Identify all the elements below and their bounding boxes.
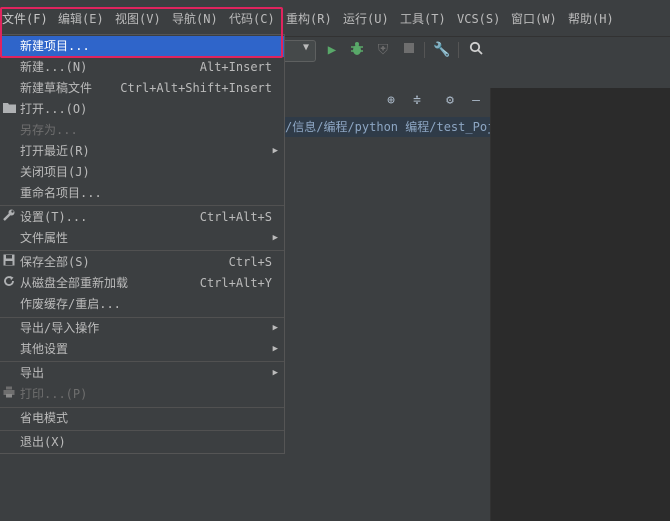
menu-tools[interactable]: 工具(T) <box>400 10 446 28</box>
menu-window[interactable]: 窗口(W) <box>511 10 557 28</box>
menu-item-save-as[interactable]: 另存为... <box>0 120 284 141</box>
refresh-icon <box>2 273 16 294</box>
run-config-dropdown[interactable]: ▼ <box>280 40 316 62</box>
menu-item-label: 设置(T)... <box>20 210 88 224</box>
menu-item-invalidate-caches[interactable]: 作废缓存/重启... <box>0 294 284 315</box>
menu-item-open-recent[interactable]: 打开最近(R) ▶ <box>0 141 284 162</box>
editor-area <box>490 88 670 521</box>
menu-separator <box>0 430 284 431</box>
menu-item-shortcut: Ctrl+S <box>228 255 272 269</box>
menu-item-save-all[interactable]: 保存全部(S) Ctrl+S <box>0 252 284 273</box>
menu-item-label: 新建...(N) <box>20 60 88 74</box>
debug-icon[interactable] <box>348 41 366 59</box>
printer-icon <box>2 384 16 405</box>
menu-item-label: 打印...(P) <box>20 387 88 401</box>
menu-item-shortcut: Ctrl+Alt+S <box>199 210 272 224</box>
menu-item-exit[interactable]: 退出(X) <box>0 432 284 453</box>
folder-icon <box>2 99 16 120</box>
menu-item-label: 从磁盘全部重新加载 <box>20 276 129 290</box>
wrench-icon <box>2 207 16 228</box>
run-icon[interactable]: ▶ <box>323 41 341 59</box>
menu-item-label: 退出(X) <box>20 435 66 449</box>
submenu-arrow-icon: ▶ <box>272 323 278 333</box>
menu-item-new[interactable]: 新建...(N) Alt+Insert <box>0 57 284 78</box>
menu-item-label: 打开最近(R) <box>20 144 90 158</box>
menu-item-shortcut: Ctrl+Alt+Y <box>199 276 272 290</box>
chevron-down-icon: ▼ <box>302 42 309 53</box>
menu-item-label: 导出 <box>20 366 45 380</box>
menu-item-reload-all[interactable]: 从磁盘全部重新加载 Ctrl+Alt+Y <box>0 273 284 294</box>
menu-item-label: 关闭项目(J) <box>20 165 90 179</box>
project-root-path[interactable]: /信息/编程/python 编程/test_Pojects <box>285 117 490 137</box>
save-icon <box>2 252 16 273</box>
menu-item-label: 其他设置 <box>20 342 69 356</box>
toolbar-separator <box>424 42 425 58</box>
menu-item-label: 省电模式 <box>20 411 69 425</box>
menu-item-export[interactable]: 导出 ▶ <box>0 363 284 384</box>
menu-item-export-import[interactable]: 导出/导入操作 ▶ <box>0 318 284 339</box>
menu-item-label: 打开...(O) <box>20 102 88 116</box>
submenu-arrow-icon: ▶ <box>272 368 278 378</box>
menu-item-rename-project[interactable]: 重命名项目... <box>0 183 284 204</box>
collapse-icon[interactable]: ≑ <box>408 92 426 110</box>
wrench-icon[interactable]: 🔧 <box>433 41 451 59</box>
menu-item-label: 新建草稿文件 <box>20 81 93 95</box>
menu-item-label: 作废缓存/重启... <box>20 297 121 311</box>
menu-item-label: 重命名项目... <box>20 186 102 200</box>
toolbar-separator <box>458 42 459 58</box>
menu-refactor[interactable]: 重构(R) <box>286 10 332 28</box>
submenu-arrow-icon: ▶ <box>272 146 278 156</box>
menu-item-close-project[interactable]: 关闭项目(J) <box>0 162 284 183</box>
menu-item-new-scratch[interactable]: 新建草稿文件 Ctrl+Alt+Shift+Insert <box>0 78 284 99</box>
menu-item-label: 保存全部(S) <box>20 255 90 269</box>
menu-item-settings[interactable]: 设置(T)... Ctrl+Alt+S <box>0 207 284 228</box>
menu-item-label: 导出/导入操作 <box>20 321 100 335</box>
menu-item-shortcut: Ctrl+Alt+Shift+Insert <box>120 81 272 95</box>
menu-item-file-properties[interactable]: 文件属性 ▶ <box>0 228 284 249</box>
menu-item-shortcut: Alt+Insert <box>199 60 272 74</box>
menu-separator <box>0 361 284 362</box>
search-icon[interactable] <box>467 41 485 59</box>
menu-vcs[interactable]: VCS(S) <box>457 10 500 28</box>
menu-item-label: 文件属性 <box>20 231 69 245</box>
submenu-arrow-icon: ▶ <box>272 344 278 354</box>
menu-separator <box>0 250 284 251</box>
minimize-icon[interactable]: — <box>467 92 485 110</box>
locate-icon[interactable]: ⊕ <box>382 92 400 110</box>
menu-item-power-save[interactable]: 省电模式 <box>0 408 284 429</box>
menu-separator <box>0 205 284 206</box>
menu-item-open[interactable]: 打开...(O) <box>0 99 284 120</box>
submenu-arrow-icon: ▶ <box>272 233 278 243</box>
coverage-icon[interactable]: ⛨ <box>374 41 392 59</box>
menu-item-label: 另存为... <box>20 123 78 137</box>
menu-run[interactable]: 运行(U) <box>343 10 389 28</box>
file-menu-dropdown: 新建项目... 新建...(N) Alt+Insert 新建草稿文件 Ctrl+… <box>0 34 285 454</box>
menu-help[interactable]: 帮助(H) <box>568 10 614 28</box>
menu-item-print[interactable]: 打印...(P) <box>0 384 284 405</box>
highlight-box <box>0 7 283 58</box>
gear-icon[interactable]: ⚙ <box>441 92 459 110</box>
menu-item-other-settings[interactable]: 其他设置 ▶ <box>0 339 284 360</box>
stop-icon[interactable] <box>400 41 418 59</box>
